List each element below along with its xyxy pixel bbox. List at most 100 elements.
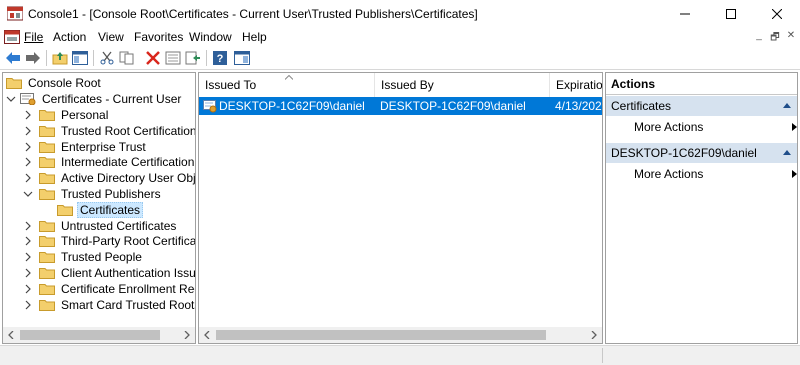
tree-label: Certificates - Current User [42, 92, 182, 106]
tree-label: Certificate Enrollment Reque [61, 282, 195, 296]
maximize-button[interactable] [708, 0, 754, 28]
action-more-actions-certificates[interactable]: More Actions [634, 118, 797, 136]
results-list-pane[interactable]: Issued To Issued By Expiration DESKTOP-1… [198, 72, 603, 344]
close-icon [772, 9, 782, 19]
cut-button[interactable] [98, 49, 116, 67]
tree-label: Client Authentication Issuers [61, 266, 196, 280]
menu-view[interactable]: View [98, 30, 124, 44]
export-list-button[interactable] [184, 49, 202, 67]
copy-button[interactable] [118, 49, 136, 67]
folder-icon [39, 189, 55, 200]
up-one-level-button[interactable] [51, 49, 69, 67]
tree-item-certificates-current-user[interactable]: Certificates - Current User [6, 91, 183, 107]
cell-issued-by: DESKTOP-1C62F09\daniel [380, 99, 526, 113]
menu-action[interactable]: Action [53, 30, 86, 44]
chevron-right-icon[interactable] [23, 157, 33, 167]
list-horizontal-scrollbar[interactable] [199, 327, 602, 343]
chevron-right-icon[interactable] [23, 110, 33, 120]
action-section-header-certificates[interactable]: Certificates [606, 96, 797, 116]
mdi-close-button[interactable]: ✕ [784, 30, 798, 44]
tree-label: Intermediate Certification Aut [61, 155, 195, 169]
console-tree-pane[interactable]: Console Root Certificates - Current User… [2, 72, 196, 344]
tree-label: Trusted Publishers [61, 187, 161, 201]
chevron-right-icon[interactable] [23, 126, 33, 136]
tree-item[interactable]: Intermediate Certification Aut [23, 154, 195, 170]
chevron-right-icon[interactable] [23, 268, 33, 278]
tree-item[interactable]: Enterprise Trust [23, 139, 148, 155]
properties-icon [165, 51, 181, 65]
tree-item-console-root[interactable]: Console Root [6, 75, 103, 91]
action-section-header-certificate[interactable]: DESKTOP-1C62F09\daniel [606, 143, 797, 163]
console-document-icon[interactable] [4, 30, 20, 44]
menu-file-label: File [24, 30, 44, 44]
menu-file[interactable]: File [24, 30, 43, 44]
tree-label: Certificates [77, 202, 144, 218]
chevron-down-icon[interactable] [23, 189, 33, 199]
column-header-issued-by[interactable]: Issued By [375, 73, 550, 97]
scroll-left-arrow[interactable] [199, 327, 215, 343]
chevron-right-icon[interactable] [23, 252, 33, 262]
help-button[interactable]: ? [211, 49, 229, 67]
scroll-right-arrow[interactable] [179, 327, 195, 343]
toolbar-separator [46, 50, 47, 66]
folder-icon [39, 268, 55, 279]
chevron-right-icon[interactable] [23, 300, 33, 310]
tree-item[interactable]: Third-Party Root Certification [23, 233, 195, 249]
chevron-right-icon[interactable] [23, 236, 33, 246]
menu-help[interactable]: Help [242, 30, 267, 44]
scroll-right-arrow[interactable] [586, 327, 602, 343]
chevron-right-icon[interactable] [23, 173, 33, 183]
tree-item[interactable]: Smart Card Trusted Roots [23, 297, 195, 313]
folder-icon [39, 236, 55, 247]
tree-item[interactable]: Certificate Enrollment Reque [23, 281, 195, 297]
copy-icon [119, 51, 134, 65]
scroll-thumb[interactable] [20, 330, 160, 340]
action-more-actions-certificate[interactable]: More Actions [634, 165, 797, 183]
column-header-expiration[interactable]: Expiration [550, 73, 602, 97]
action-item-label: More Actions [634, 167, 704, 181]
minimize-button[interactable] [662, 0, 708, 28]
tree-item[interactable]: Active Directory User Object [23, 170, 195, 186]
show-hide-action-pane-button[interactable] [233, 49, 251, 67]
tree-label: Trusted People [61, 250, 142, 264]
properties-button[interactable] [164, 49, 182, 67]
action-section-label: Certificates [611, 99, 672, 113]
folder-icon [39, 173, 55, 184]
show-hide-tree-button[interactable] [71, 49, 89, 67]
menu-favorites[interactable]: Favorites [134, 30, 183, 44]
tree-item[interactable]: Trusted Root Certification Aut [23, 123, 196, 139]
tree-item[interactable]: Trusted Publishers [23, 186, 163, 202]
cell-issued-to: DESKTOP-1C62F09\daniel [219, 99, 365, 113]
tree-item[interactable]: Untrusted Certificates [23, 218, 178, 234]
menu-window[interactable]: Window [189, 30, 232, 44]
forward-button[interactable] [24, 49, 42, 67]
tree-item[interactable]: Trusted People [23, 249, 144, 265]
tree-item-certificates[interactable]: Certificates [57, 202, 144, 218]
certificate-icon [203, 100, 217, 113]
mdi-minimize-button[interactable]: _ [752, 30, 766, 44]
chevron-right-icon[interactable] [23, 142, 33, 152]
column-header-issued-to[interactable]: Issued To [199, 73, 375, 97]
table-row[interactable]: DESKTOP-1C62F09\daniel DESKTOP-1C62F09\d… [199, 97, 602, 115]
back-button[interactable] [4, 49, 22, 67]
close-button[interactable] [754, 0, 800, 28]
tree-item[interactable]: Personal [23, 107, 110, 123]
tree-horizontal-scrollbar[interactable] [3, 327, 195, 343]
scroll-thumb[interactable] [216, 330, 546, 340]
collapse-up-icon[interactable] [783, 150, 791, 155]
menu-window-label: Window [189, 30, 232, 44]
delete-button[interactable] [144, 49, 162, 67]
chevron-right-icon[interactable] [23, 284, 33, 294]
chevron-down-icon[interactable] [6, 94, 16, 104]
tree-label: Trusted Root Certification Aut [61, 124, 196, 138]
scroll-left-arrow[interactable] [3, 327, 19, 343]
tree-item[interactable]: Client Authentication Issuers [23, 265, 196, 281]
mdi-restore-button[interactable]: 🗗 [768, 30, 782, 44]
cut-icon [100, 51, 114, 65]
show-hide-action-pane-icon [234, 51, 250, 65]
folder-icon [39, 110, 55, 121]
chevron-right-icon[interactable] [23, 221, 33, 231]
title-bar: Console1 - [Console Root\Certificates - … [0, 0, 800, 28]
collapse-up-icon[interactable] [783, 103, 791, 108]
actions-pane: Actions Certificates More Actions DESKTO… [605, 72, 798, 344]
